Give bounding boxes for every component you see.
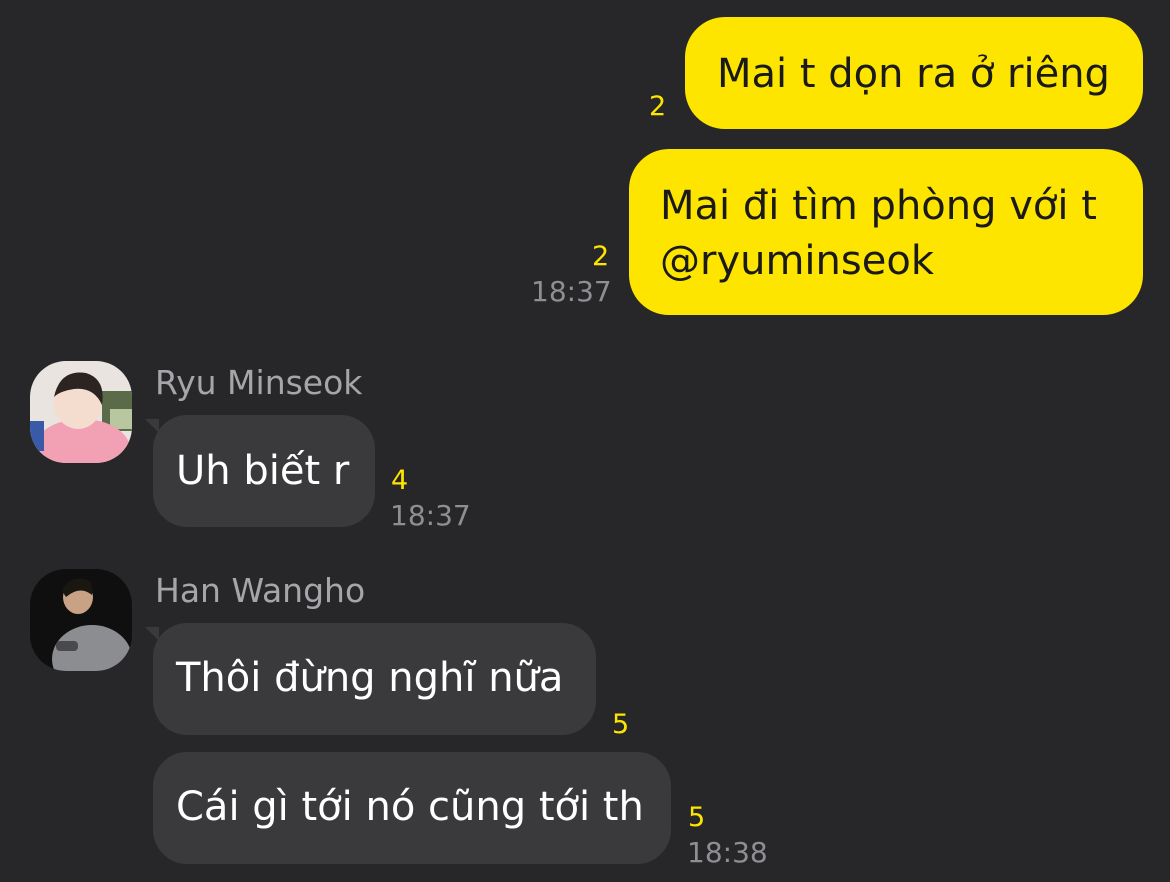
message-text: Thôi đừng nghĩ nữa (176, 655, 564, 701)
incoming-message-bubble[interactable]: Cái gì tới nó cũng tới th (153, 752, 671, 864)
message-mention[interactable]: @ryuminseok (660, 234, 1143, 289)
incoming-message-bubble[interactable]: Thôi đừng nghĩ nữa (153, 623, 596, 735)
message-text: Uh biết r (176, 448, 350, 494)
message-text-line: Mai đi tìm phòng với t (660, 183, 1097, 229)
unread-count: 5 (688, 802, 706, 833)
unread-count: 4 (391, 465, 409, 496)
message-timestamp: 18:37 (531, 275, 612, 308)
unread-count: 2 (649, 91, 667, 122)
unread-count: 5 (612, 709, 630, 740)
avatar-han-wangho[interactable] (30, 569, 132, 671)
unread-count: 2 (592, 241, 610, 272)
message-text: Mai t dọn ra ở riêng (717, 51, 1110, 97)
message-text: Cái gì tới nó cũng tới th (176, 784, 644, 830)
incoming-message-bubble[interactable]: Uh biết r (153, 415, 375, 527)
outgoing-message-bubble[interactable]: Mai đi tìm phòng với t @ryuminseok (629, 149, 1143, 315)
outgoing-message-bubble[interactable]: Mai t dọn ra ở riêng (685, 17, 1143, 129)
sender-name: Han Wangho (155, 571, 366, 610)
message-timestamp: 18:38 (687, 836, 768, 869)
avatar-ryu-minseok[interactable] (30, 361, 132, 463)
message-timestamp: 18:37 (390, 499, 471, 532)
sender-name: Ryu Minseok (155, 363, 363, 402)
